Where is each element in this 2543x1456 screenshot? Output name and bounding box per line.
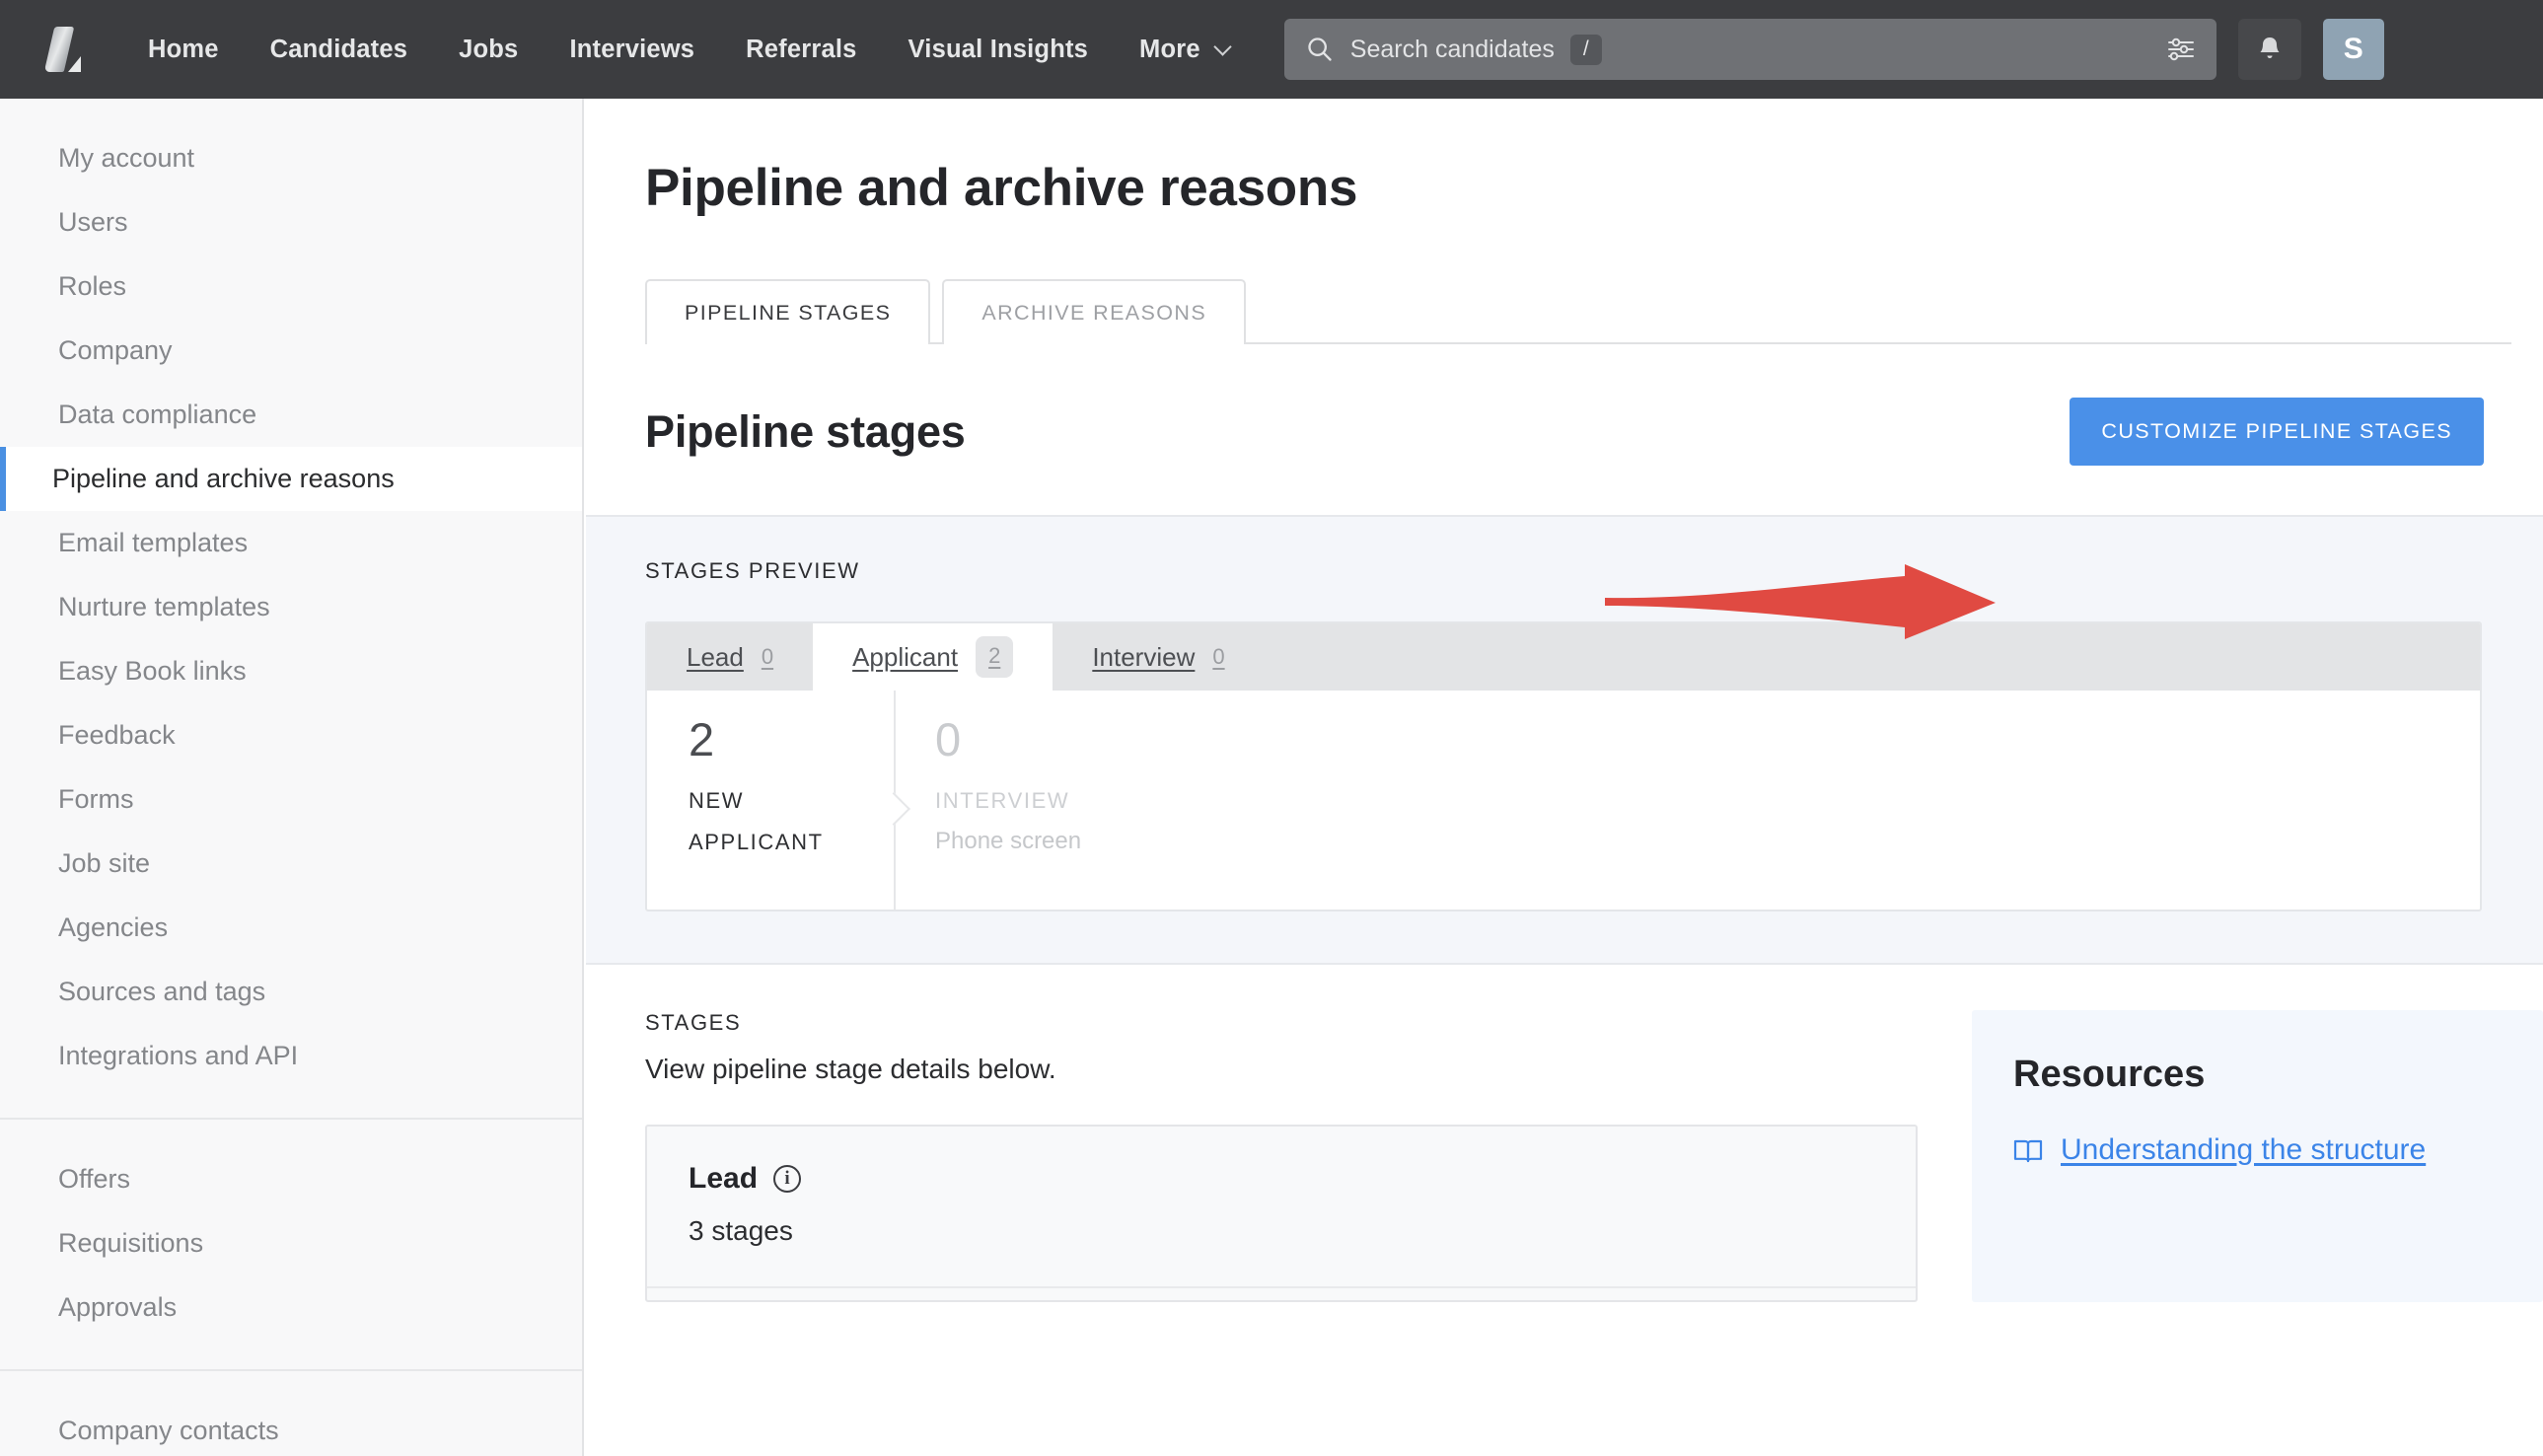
- top-navigation-bar: Home Candidates Jobs Interviews Referral…: [0, 0, 2543, 99]
- sidebar-item-nurture-templates[interactable]: Nurture templates: [0, 575, 582, 639]
- stage-card-lead-header: Lead i 3 stages: [647, 1127, 1916, 1286]
- search-shortcut-badge: /: [1569, 34, 1602, 65]
- bell-icon: [2260, 37, 2280, 58]
- sidebar-item-data-compliance[interactable]: Data compliance: [0, 383, 582, 447]
- book-icon: [2013, 1139, 2043, 1163]
- stages-detail-section: STAGES View pipeline stage details below…: [586, 965, 2543, 1302]
- preview-column-new-applicant: 2 NEW APPLICANT: [647, 716, 894, 910]
- stages-preview-section: STAGES PREVIEW Lead 0 Applicant 2 Interv…: [586, 515, 2543, 965]
- sidebar-group-general: My account Users Roles Company Data comp…: [0, 99, 582, 1118]
- page-tabs: PIPELINE STAGES ARCHIVE REASONS: [586, 279, 2543, 344]
- tab-pipeline-stages[interactable]: PIPELINE STAGES: [645, 279, 931, 344]
- sidebar-item-company-contacts[interactable]: Company contacts: [0, 1399, 582, 1456]
- stages-detail-left: STAGES View pipeline stage details below…: [645, 1010, 1918, 1302]
- stages-preview-tabs: Lead 0 Applicant 2 Interview 0: [647, 623, 2480, 691]
- nav-link-visual-insights[interactable]: Visual Insights: [883, 36, 1115, 64]
- preview-label-new: NEW: [689, 788, 745, 813]
- nav-link-more[interactable]: More: [1114, 36, 1251, 64]
- sidebar-item-easy-book-links[interactable]: Easy Book links: [0, 639, 582, 703]
- info-circle-icon[interactable]: i: [773, 1165, 802, 1193]
- sidebar-item-integrations-and-api[interactable]: Integrations and API: [0, 1024, 582, 1088]
- tab-archive-reasons[interactable]: ARCHIVE REASONS: [942, 279, 1247, 344]
- stage-card-lead-subtitle: 3 stages: [689, 1215, 793, 1246]
- nav-link-candidates[interactable]: Candidates: [245, 36, 433, 64]
- preview-sublabel-phone-screen: Phone screen: [935, 828, 1082, 854]
- preview-label-applicant: APPLICANT: [689, 830, 824, 854]
- chevron-down-icon: [1213, 36, 1232, 56]
- sidebar-item-roles[interactable]: Roles: [0, 255, 582, 319]
- page-title: Pipeline and archive reasons: [645, 159, 1358, 217]
- stages-preview-card: Lead 0 Applicant 2 Interview 0 2 NEW APP…: [645, 621, 2482, 911]
- resources-panel: Resources Understanding the structure: [1972, 1010, 2543, 1302]
- stage-card-lead[interactable]: Lead i 3 stages: [645, 1125, 1918, 1302]
- nav-link-referrals[interactable]: Referrals: [720, 36, 882, 64]
- stages-preview-body: 2 NEW APPLICANT 0 INTERVIEW Phone screen: [647, 691, 2480, 910]
- sidebar-item-company[interactable]: Company: [0, 319, 582, 383]
- sidebar-item-requisitions[interactable]: Requisitions: [0, 1211, 582, 1275]
- sidebar-item-approvals[interactable]: Approvals: [0, 1275, 582, 1340]
- sidebar-item-pipeline-and-archive-reasons[interactable]: Pipeline and archive reasons: [0, 447, 582, 511]
- resource-link-understanding-the-structure[interactable]: Understanding the structure: [2013, 1133, 2502, 1167]
- search-icon: [1308, 37, 1332, 61]
- preview-column-interview: 0 INTERVIEW Phone screen: [894, 691, 1318, 910]
- sidebar-item-users[interactable]: Users: [0, 190, 582, 255]
- nav-more-label: More: [1139, 35, 1200, 63]
- sidebar-item-sources-and-tags[interactable]: Sources and tags: [0, 960, 582, 1024]
- resources-title: Resources: [2013, 1054, 2206, 1095]
- preview-tab-interview-count: 0: [1212, 644, 1225, 669]
- sidebar-item-my-account[interactable]: My account: [0, 126, 582, 190]
- stages-description: View pipeline stage details below.: [645, 1054, 1056, 1084]
- search-input[interactable]: Search candidates /: [1283, 19, 2216, 80]
- settings-sidebar: My account Users Roles Company Data comp…: [0, 99, 584, 1456]
- section-header: Pipeline stages CUSTOMIZE PIPELINE STAGE…: [586, 344, 2543, 466]
- user-avatar[interactable]: S: [2322, 19, 2384, 80]
- sidebar-item-feedback[interactable]: Feedback: [0, 703, 582, 767]
- preview-tab-interview[interactable]: Interview 0: [1053, 623, 1264, 691]
- sidebar-group-hiring: Offers Requisitions Approvals: [0, 1118, 582, 1369]
- search-placeholder: Search candidates: [1349, 35, 1555, 63]
- stage-card-divider: [647, 1286, 1916, 1300]
- primary-nav-links: Home Candidates Jobs Interviews Referral…: [122, 36, 1251, 64]
- preview-tab-lead[interactable]: Lead 0: [647, 623, 813, 691]
- preview-tab-applicant-label: Applicant: [852, 641, 959, 672]
- sidebar-group-contacts: Company contacts: [0, 1369, 582, 1456]
- resource-link-label: Understanding the structure: [2061, 1133, 2427, 1166]
- main-content: Pipeline and archive reasons PIPELINE ST…: [586, 99, 2543, 1456]
- filter-sliders-glyph: [2167, 37, 2194, 61]
- filter-sliders-icon[interactable]: [2145, 19, 2216, 80]
- sidebar-item-email-templates[interactable]: Email templates: [0, 511, 582, 575]
- preview-label-interview: INTERVIEW: [935, 788, 1070, 813]
- stages-eyebrow: STAGES: [645, 1010, 742, 1035]
- stages-preview-eyebrow: STAGES PREVIEW: [645, 558, 860, 583]
- nav-link-interviews[interactable]: Interviews: [544, 36, 720, 64]
- stage-card-lead-title-row: Lead i: [689, 1162, 1874, 1196]
- preview-tab-lead-label: Lead: [687, 641, 744, 672]
- sidebar-item-forms[interactable]: Forms: [0, 767, 582, 832]
- preview-count-new-applicant: 2: [689, 713, 715, 765]
- section-title-pipeline-stages: Pipeline stages: [645, 405, 966, 457]
- preview-tab-applicant[interactable]: Applicant 2: [813, 623, 1054, 691]
- sidebar-item-agencies[interactable]: Agencies: [0, 896, 582, 960]
- stage-card-lead-title: Lead: [689, 1162, 759, 1195]
- sidebar-item-job-site[interactable]: Job site: [0, 832, 582, 896]
- logo-triangle-shape: [68, 56, 81, 72]
- nav-link-jobs[interactable]: Jobs: [433, 36, 544, 64]
- preview-tab-interview-label: Interview: [1092, 641, 1196, 672]
- brand-slash-logo[interactable]: [39, 25, 85, 74]
- preview-tab-lead-count: 0: [761, 644, 774, 669]
- customize-pipeline-stages-button[interactable]: CUSTOMIZE PIPELINE STAGES: [2070, 398, 2484, 466]
- sidebar-item-offers[interactable]: Offers: [0, 1147, 582, 1211]
- notifications-button[interactable]: [2237, 19, 2301, 80]
- preview-count-interview: 0: [935, 713, 962, 765]
- preview-tab-applicant-count: 2: [976, 636, 1014, 678]
- nav-link-home[interactable]: Home: [122, 36, 245, 64]
